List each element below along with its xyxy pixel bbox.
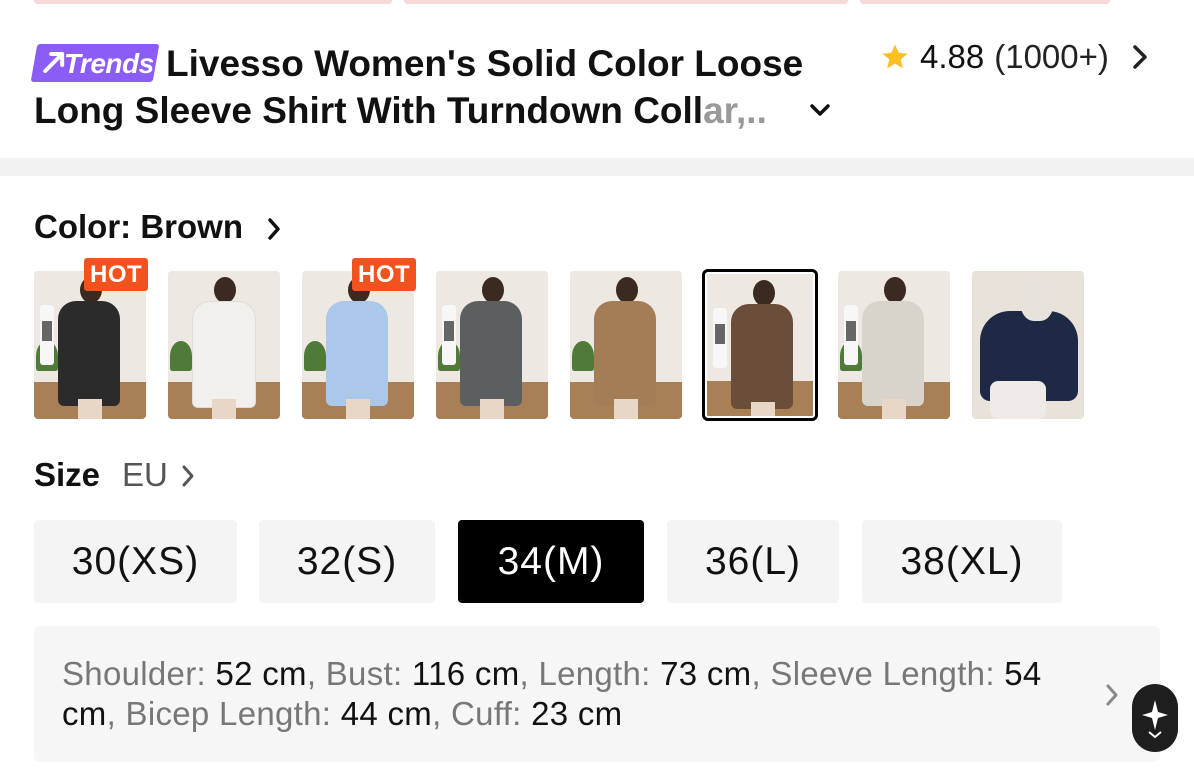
color-swatch-light-blue[interactable] xyxy=(302,271,414,419)
top-strip xyxy=(0,0,1194,6)
review-count: (1000+) xyxy=(994,38,1109,75)
expand-title-chevron-down-icon[interactable] xyxy=(807,100,833,120)
color-swatch-brown-selected[interactable] xyxy=(702,269,818,421)
color-swatch-beige[interactable] xyxy=(838,271,950,419)
length-key: Length: xyxy=(538,655,651,692)
size-measurements-panel[interactable]: Shoulder: 52 cm, Bust: 116 cm, Length: 7… xyxy=(34,626,1160,762)
chevron-right-icon xyxy=(1106,684,1118,706)
bicep-length-key: Bicep Length: xyxy=(125,695,332,732)
color-label: Color: Brown xyxy=(34,208,243,245)
length-value: 73 cm xyxy=(660,655,752,692)
color-selector-header[interactable]: Color: Brown xyxy=(34,208,282,246)
floating-assistant-icon[interactable] xyxy=(1132,684,1178,752)
hot-badge: HOT xyxy=(352,258,417,291)
size-option-38xl[interactable]: 38(XL) xyxy=(862,520,1062,603)
color-swatch-black[interactable] xyxy=(34,271,146,419)
hot-badge: HOT xyxy=(84,258,149,291)
size-label: Size xyxy=(34,456,101,493)
star-icon xyxy=(882,44,908,69)
bust-value: 116 cm xyxy=(411,655,520,692)
trends-badge[interactable]: Trends xyxy=(30,44,160,82)
product-title-line2: Long Sleeve Shirt With Turndown Collar,.… xyxy=(34,87,814,134)
rating-link[interactable]: 4.88 (1000+) xyxy=(880,38,1149,76)
cuff-key: Cuff: xyxy=(451,695,522,732)
shoulder-key: Shoulder: xyxy=(62,655,206,692)
sparkle-icon xyxy=(1142,700,1168,739)
size-option-34m-selected[interactable]: 34(M) xyxy=(458,520,644,603)
chevron-right-icon xyxy=(1133,45,1147,69)
color-swatch-grey[interactable] xyxy=(436,271,548,419)
color-swatch-khaki[interactable] xyxy=(570,271,682,419)
trends-badge-label: Trends xyxy=(63,48,154,79)
chevron-right-icon[interactable] xyxy=(180,463,196,489)
measurements-text: Shoulder: 52 cm, Bust: 116 cm, Length: 7… xyxy=(62,655,1042,732)
sleeve-length-key: Sleeve Length: xyxy=(770,655,995,692)
title-line2-text: Long Sleeve Shirt With Turndown Coll xyxy=(34,90,704,131)
title-fade-text: ar,.. xyxy=(703,90,767,131)
shoulder-value: 52 cm xyxy=(215,655,307,692)
bust-key: Bust: xyxy=(325,655,403,692)
chevron-right-icon xyxy=(268,218,280,241)
rating-score: 4.88 xyxy=(920,38,985,75)
cuff-value: 23 cm xyxy=(531,695,623,732)
product-title-line1: Livesso Women's Solid Color Loose xyxy=(166,43,804,84)
color-swatch-white[interactable] xyxy=(168,271,280,419)
size-unit-selector[interactable]: EU xyxy=(122,456,168,494)
color-swatch-navy[interactable] xyxy=(972,271,1084,419)
size-option-32s[interactable]: 32(S) xyxy=(259,520,435,603)
product-title-block: Trends Livesso Women's Solid Color Loose… xyxy=(30,40,834,131)
section-divider xyxy=(0,158,1194,176)
size-option-30xs[interactable]: 30(XS) xyxy=(34,520,237,603)
size-option-36l[interactable]: 36(L) xyxy=(667,520,839,603)
bicep-length-value: 44 cm xyxy=(340,695,433,732)
